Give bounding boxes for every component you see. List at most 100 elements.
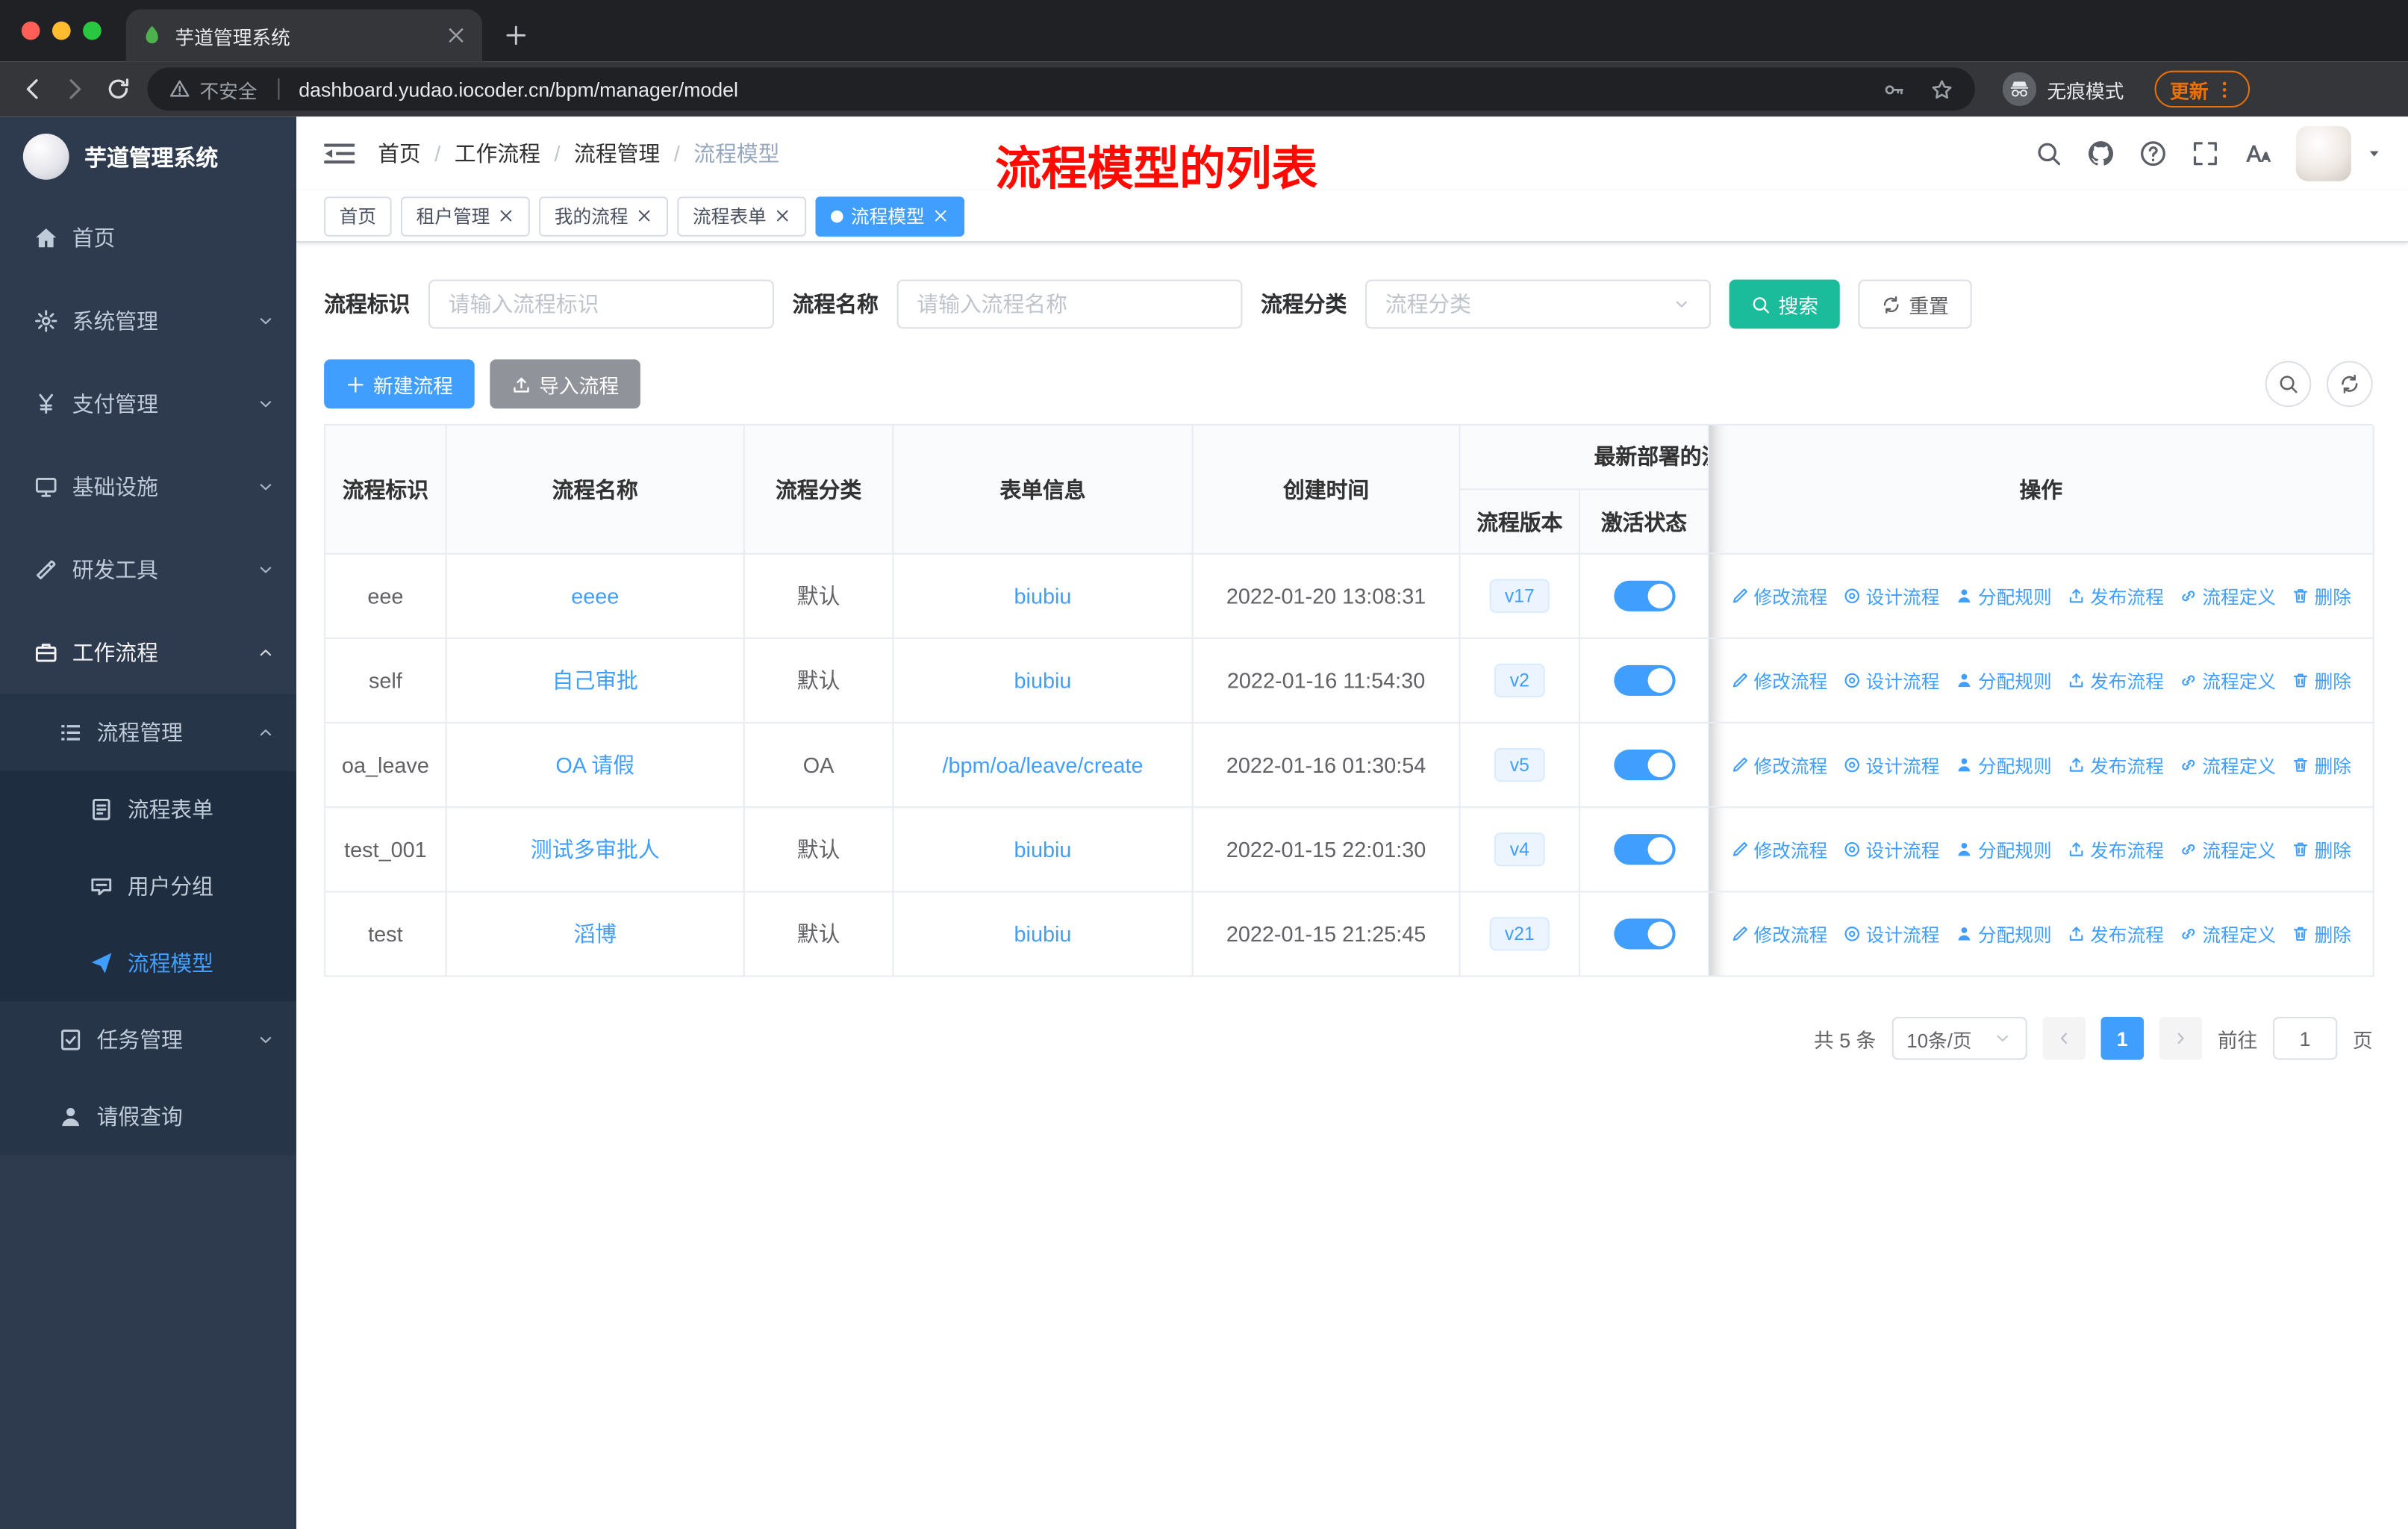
action-publish-link[interactable]: 发布流程 [2067, 752, 2164, 778]
sidebar-item-user-group[interactable]: 用户分组 [0, 847, 297, 925]
status-toggle[interactable] [1613, 664, 1675, 697]
sidebar-item-process-model[interactable]: 流程模型 [0, 924, 297, 1002]
hamburger-icon[interactable] [324, 140, 355, 167]
page-number-1[interactable]: 1 [2100, 1016, 2145, 1060]
action-publish-link[interactable]: 发布流程 [2067, 583, 2164, 609]
reload-button[interactable] [105, 75, 132, 103]
browser-tab[interactable]: 芋道管理系统 [125, 9, 483, 62]
fullscreen-icon[interactable] [2192, 140, 2219, 167]
address-bar[interactable]: 不安全 dashboard.yudao.iocoder.cn/bpm/manag… [147, 67, 1975, 111]
action-edit-link[interactable]: 修改流程 [1731, 836, 1827, 862]
action-definition-link[interactable]: 流程定义 [2179, 583, 2276, 609]
action-definition-link[interactable]: 流程定义 [2179, 667, 2276, 694]
filter-select-2[interactable]: 流程分类 [1365, 279, 1711, 329]
action-design-link[interactable]: 设计流程 [1843, 836, 1939, 862]
tag-close-icon[interactable] [498, 208, 515, 225]
process-name-link[interactable]: 测试多审批人 [531, 834, 660, 865]
sidebar-item-system[interactable]: 系统管理 [0, 279, 296, 362]
page-size-select[interactable]: 10条/页 [1891, 1016, 2027, 1060]
action-definition-link[interactable]: 流程定义 [2179, 921, 2276, 947]
sidebar-item-process-form[interactable]: 流程表单 [0, 770, 297, 848]
traffic-light-zoom[interactable] [83, 21, 102, 40]
action-publish-link[interactable]: 发布流程 [2067, 836, 2164, 862]
action-edit-link[interactable]: 修改流程 [1731, 667, 1827, 694]
tag-close-icon[interactable] [636, 208, 653, 225]
password-key-icon[interactable] [1883, 78, 1906, 101]
sidebar-item-devtools[interactable]: 研发工具 [0, 529, 296, 611]
action-delete-link[interactable]: 删除 [2292, 921, 2351, 947]
filter-input-0[interactable] [428, 279, 774, 329]
form-info-link[interactable]: biubiu [1014, 668, 1072, 693]
next-page-button[interactable] [2159, 1016, 2203, 1060]
form-info-link[interactable]: biubiu [1014, 837, 1072, 862]
sidebar-item-home[interactable]: 首页 [0, 196, 296, 279]
tab-close-icon[interactable] [446, 25, 467, 46]
sidebar-item-task-management[interactable]: 任务管理 [0, 1001, 297, 1079]
forward-button[interactable] [61, 75, 89, 103]
sidebar-item-process-management[interactable]: 流程管理 [0, 694, 297, 771]
process-name-link[interactable]: 滔博 [573, 918, 617, 949]
breadcrumb-item[interactable]: 工作流程 [455, 138, 540, 169]
action-design-link[interactable]: 设计流程 [1843, 583, 1939, 609]
refresh-table-button[interactable] [2326, 361, 2373, 408]
sidebar-item-infrastructure[interactable]: 基础设施 [0, 446, 296, 529]
status-toggle[interactable] [1613, 580, 1675, 611]
prev-page-button[interactable] [2042, 1016, 2086, 1060]
process-name-link[interactable]: eeee [571, 584, 619, 608]
form-info-link[interactable]: biubiu [1014, 584, 1072, 608]
breadcrumb-item[interactable]: 首页 [378, 138, 421, 169]
action-edit-link[interactable]: 修改流程 [1731, 583, 1827, 609]
status-toggle[interactable] [1613, 750, 1675, 781]
view-tag-0[interactable]: 首页 [324, 196, 392, 236]
view-tag-1[interactable]: 租户管理 [401, 196, 530, 236]
update-button[interactable]: 更新 [2154, 70, 2251, 108]
user-avatar[interactable] [2295, 125, 2351, 181]
action-assign-link[interactable]: 分配规则 [1955, 667, 2052, 694]
process-name-link[interactable]: OA 请假 [555, 750, 634, 780]
show-search-button[interactable] [2265, 361, 2312, 408]
app-logo[interactable]: 芋道管理系统 [0, 116, 296, 196]
import-process-button[interactable]: 导入流程 [490, 359, 641, 409]
goto-page-input[interactable] [2272, 1016, 2338, 1060]
form-info-link[interactable]: /bpm/oa/leave/create [942, 753, 1143, 777]
view-tag-2[interactable]: 我的流程 [539, 196, 669, 236]
action-assign-link[interactable]: 分配规则 [1955, 836, 2052, 862]
back-button[interactable] [19, 75, 46, 103]
action-design-link[interactable]: 设计流程 [1843, 667, 1939, 694]
action-definition-link[interactable]: 流程定义 [2179, 836, 2276, 862]
action-design-link[interactable]: 设计流程 [1843, 752, 1939, 778]
action-delete-link[interactable]: 删除 [2292, 836, 2351, 862]
action-publish-link[interactable]: 发布流程 [2067, 921, 2164, 947]
browser-menu-icon[interactable] [2215, 79, 2235, 99]
github-icon[interactable] [2087, 140, 2115, 167]
tag-close-icon[interactable] [932, 208, 949, 225]
action-publish-link[interactable]: 发布流程 [2067, 667, 2164, 694]
action-assign-link[interactable]: 分配规则 [1955, 752, 2052, 778]
sidebar-item-leave-query[interactable]: 请假查询 [0, 1078, 297, 1156]
action-definition-link[interactable]: 流程定义 [2179, 752, 2276, 778]
action-edit-link[interactable]: 修改流程 [1731, 752, 1827, 778]
view-tag-3[interactable]: 流程表单 [677, 196, 807, 236]
status-toggle[interactable] [1613, 918, 1675, 950]
action-edit-link[interactable]: 修改流程 [1731, 921, 1827, 947]
new-tab-button[interactable] [504, 23, 528, 48]
search-button[interactable]: 搜索 [1729, 279, 1840, 329]
help-icon[interactable] [2139, 140, 2167, 167]
view-tag-4[interactable]: 流程模型 [815, 196, 965, 236]
reset-button[interactable]: 重置 [1858, 279, 1972, 329]
filter-input-1[interactable] [896, 279, 1243, 329]
header-search-icon[interactable] [2035, 140, 2062, 167]
create-process-button[interactable]: 新建流程 [324, 359, 475, 409]
sidebar-item-workflow[interactable]: 工作流程 [0, 611, 296, 694]
action-delete-link[interactable]: 删除 [2292, 667, 2351, 694]
font-size-icon[interactable] [2244, 140, 2271, 167]
form-info-link[interactable]: biubiu [1014, 921, 1072, 946]
action-design-link[interactable]: 设计流程 [1843, 921, 1939, 947]
traffic-light-minimize[interactable] [52, 21, 71, 40]
bookmark-star-icon[interactable] [1930, 78, 1953, 101]
action-assign-link[interactable]: 分配规则 [1955, 921, 2052, 947]
breadcrumb-item[interactable]: 流程管理 [574, 138, 660, 169]
action-delete-link[interactable]: 删除 [2292, 583, 2351, 609]
action-assign-link[interactable]: 分配规则 [1955, 583, 2052, 609]
tag-close-icon[interactable] [774, 208, 791, 225]
